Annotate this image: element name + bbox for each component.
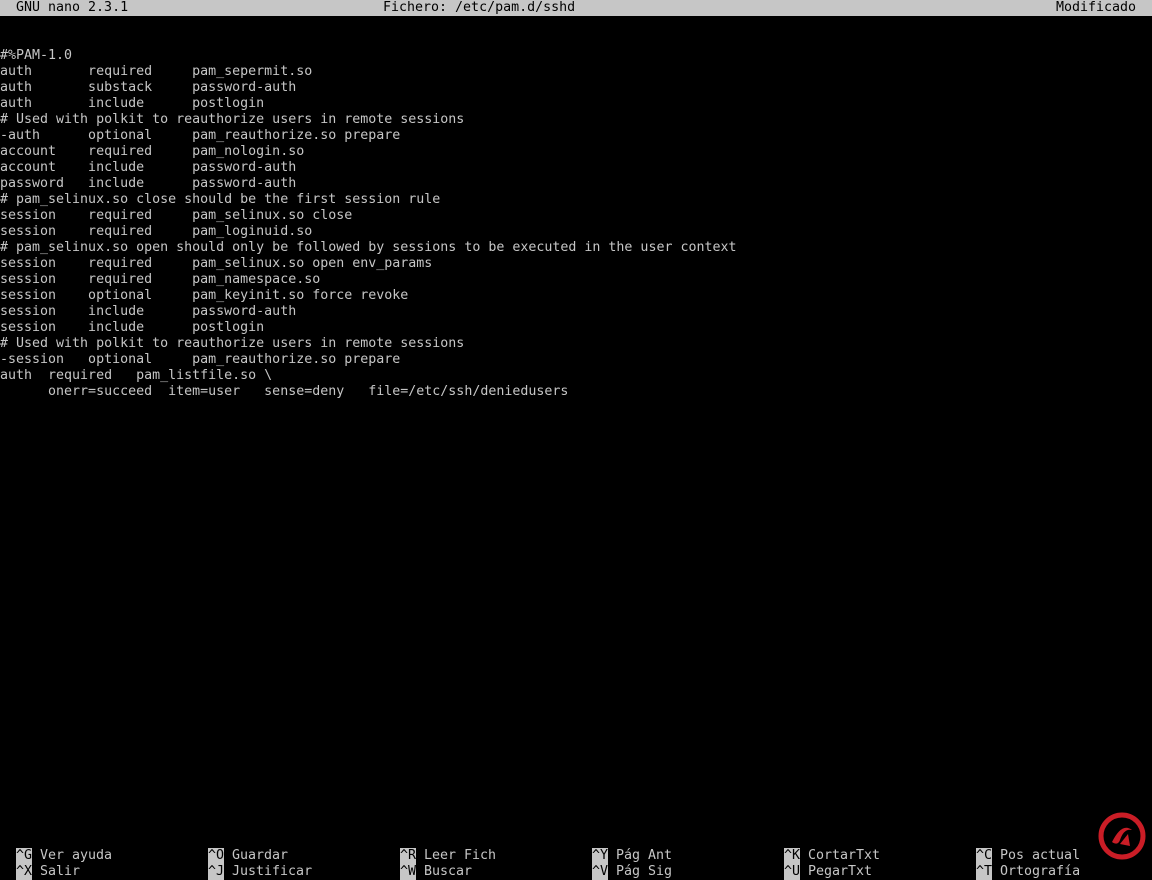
editor-line[interactable]: #%PAM-1.0	[0, 48, 1152, 64]
shortcut-exit[interactable]: ^X Salir	[0, 848, 80, 880]
editor-line[interactable]: # pam_selinux.so close should be the fir…	[0, 192, 1152, 208]
file-name: Fichero: /etc/pam.d/sshd	[383, 0, 576, 15]
shortcut-key: ^X	[16, 864, 33, 880]
shortcut-prev-page[interactable]: ^Y Pág Ant	[576, 832, 672, 864]
editor-line[interactable]: auth include postlogin	[0, 96, 1152, 112]
shortcut-label: Ortografía	[1000, 864, 1081, 879]
app-version: GNU nano 2.3.1	[16, 0, 129, 15]
shortcut-cur-pos[interactable]: ^C Pos actual	[960, 832, 1080, 864]
editor-line[interactable]: password include password-auth	[0, 176, 1152, 192]
editor-line[interactable]: session required pam_namespace.so	[0, 272, 1152, 288]
editor-line[interactable]: session include password-auth	[0, 304, 1152, 320]
shortcut-key: ^V	[592, 864, 609, 880]
shortcut-label: Salir	[40, 864, 81, 879]
shortcut-read-file[interactable]: ^R Leer Fich	[384, 832, 496, 864]
editor-line[interactable]: auth required pam_listfile.so \	[0, 368, 1152, 384]
shortcut-key: ^W	[400, 864, 417, 880]
shortcut-help[interactable]: ^G Ver ayuda	[0, 832, 112, 864]
shortcut-key: ^T	[976, 864, 993, 880]
editor-area[interactable]: #%PAM-1.0 auth required pam_sepermit.so …	[0, 32, 1152, 816]
title-bar: GNU nano 2.3.1 Fichero: /etc/pam.d/sshd …	[0, 0, 1152, 16]
editor-line[interactable]: # Used with polkit to reauthorize users …	[0, 336, 1152, 352]
shortcut-next-page[interactable]: ^V Pág Sig	[576, 848, 672, 880]
editor-line[interactable]	[0, 32, 1152, 48]
modified-status: Modificado	[1055, 0, 1136, 15]
shortcut-key: ^U	[784, 864, 801, 880]
editor-line[interactable]: account required pam_nologin.so	[0, 144, 1152, 160]
shortcut-justify[interactable]: ^J Justificar	[192, 848, 312, 880]
shortcut-label: Buscar	[424, 864, 473, 879]
shortcut-cut-text[interactable]: ^K CortarTxt	[768, 832, 880, 864]
shortcut-uncut-text[interactable]: ^U PegarTxt	[768, 848, 872, 880]
editor-line[interactable]: # Used with polkit to reauthorize users …	[0, 112, 1152, 128]
shortcut-where-is[interactable]: ^W Buscar	[384, 848, 472, 880]
editor-line[interactable]: session required pam_loginuid.so	[0, 224, 1152, 240]
editor-line[interactable]: session required pam_selinux.so close	[0, 208, 1152, 224]
editor-line[interactable]: session include postlogin	[0, 320, 1152, 336]
shortcut-key: ^J	[208, 864, 225, 880]
shortcut-label: Justificar	[232, 864, 313, 879]
shortcut-save[interactable]: ^O Guardar	[192, 832, 288, 864]
editor-line[interactable]: auth required pam_sepermit.so	[0, 64, 1152, 80]
editor-line[interactable]: session required pam_selinux.so open env…	[0, 256, 1152, 272]
editor-line[interactable]: account include password-auth	[0, 160, 1152, 176]
editor-line[interactable]: onerr=succeed item=user sense=deny file=…	[0, 384, 1152, 400]
editor-line[interactable]: session optional pam_keyinit.so force re…	[0, 288, 1152, 304]
shortcut-label: PegarTxt	[808, 864, 873, 879]
editor-line[interactable]: -session optional pam_reauthorize.so pre…	[0, 352, 1152, 368]
shortcut-label: Pág Sig	[616, 864, 673, 879]
editor-line[interactable]: # pam_selinux.so open should only be fol…	[0, 240, 1152, 256]
editor-line[interactable]: -auth optional pam_reauthorize.so prepar…	[0, 128, 1152, 144]
editor-line[interactable]: auth substack password-auth	[0, 80, 1152, 96]
shortcut-spell[interactable]: ^T Ortografía	[960, 848, 1080, 880]
brand-logo-icon	[1098, 812, 1146, 860]
